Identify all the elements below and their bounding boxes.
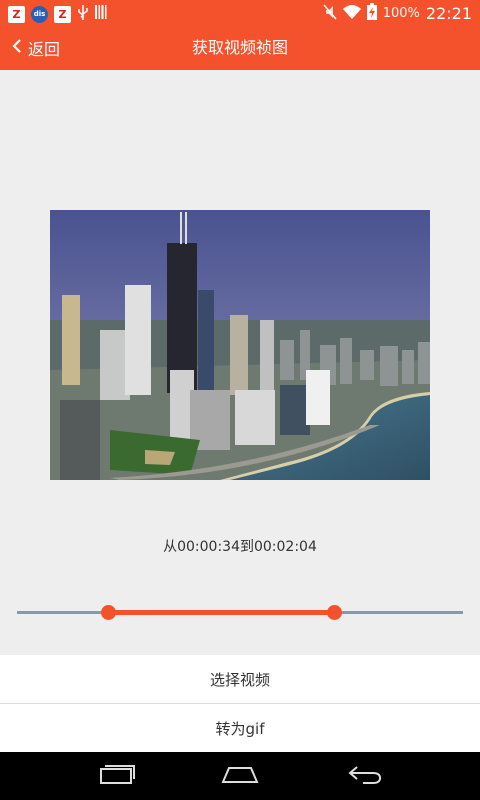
- slider-selected-range: [109, 610, 335, 615]
- page-title: 获取视频祯图: [191, 38, 288, 57]
- home-icon: [221, 764, 259, 788]
- status-system: 100% 22:21: [323, 3, 472, 24]
- chevron-left-icon: [12, 38, 22, 57]
- battery-percent: 100%: [382, 6, 420, 21]
- convert-gif-button[interactable]: 转为gif: [0, 704, 480, 752]
- back-label: 返回: [28, 39, 61, 59]
- home-button[interactable]: [210, 752, 270, 800]
- z-app-icon: Z: [54, 5, 71, 23]
- slider-start-handle[interactable]: [101, 605, 116, 620]
- recents-button[interactable]: [87, 752, 147, 800]
- z-app-icon: Z: [8, 5, 25, 23]
- trim-range-slider[interactable]: [17, 600, 463, 626]
- trim-range-text: 从00:00:34到00:02:04: [163, 539, 317, 555]
- navigation-bar: [0, 752, 480, 800]
- select-video-button[interactable]: 选择视频: [0, 655, 480, 703]
- status-bar: Z dis Z 100% 22:21: [0, 0, 480, 25]
- clock: 22:21: [425, 4, 472, 23]
- wifi-icon: [342, 4, 361, 24]
- usb-icon: [77, 4, 89, 24]
- mute-icon: [323, 4, 337, 24]
- nav-back-button[interactable]: [335, 752, 395, 800]
- app-bar: 返回 获取视频祯图: [0, 25, 480, 70]
- status-notifications: Z dis Z: [8, 4, 107, 24]
- battery-charging-icon: [366, 3, 377, 24]
- back-icon: [347, 763, 383, 789]
- recents-icon: [99, 763, 135, 789]
- barcode-icon: [95, 4, 107, 24]
- video-preview[interactable]: [50, 210, 430, 480]
- back-button[interactable]: 返回: [12, 25, 60, 70]
- slider-end-handle[interactable]: [327, 605, 342, 620]
- badge-app-icon: dis: [31, 5, 48, 23]
- video-frame-image: [50, 210, 430, 480]
